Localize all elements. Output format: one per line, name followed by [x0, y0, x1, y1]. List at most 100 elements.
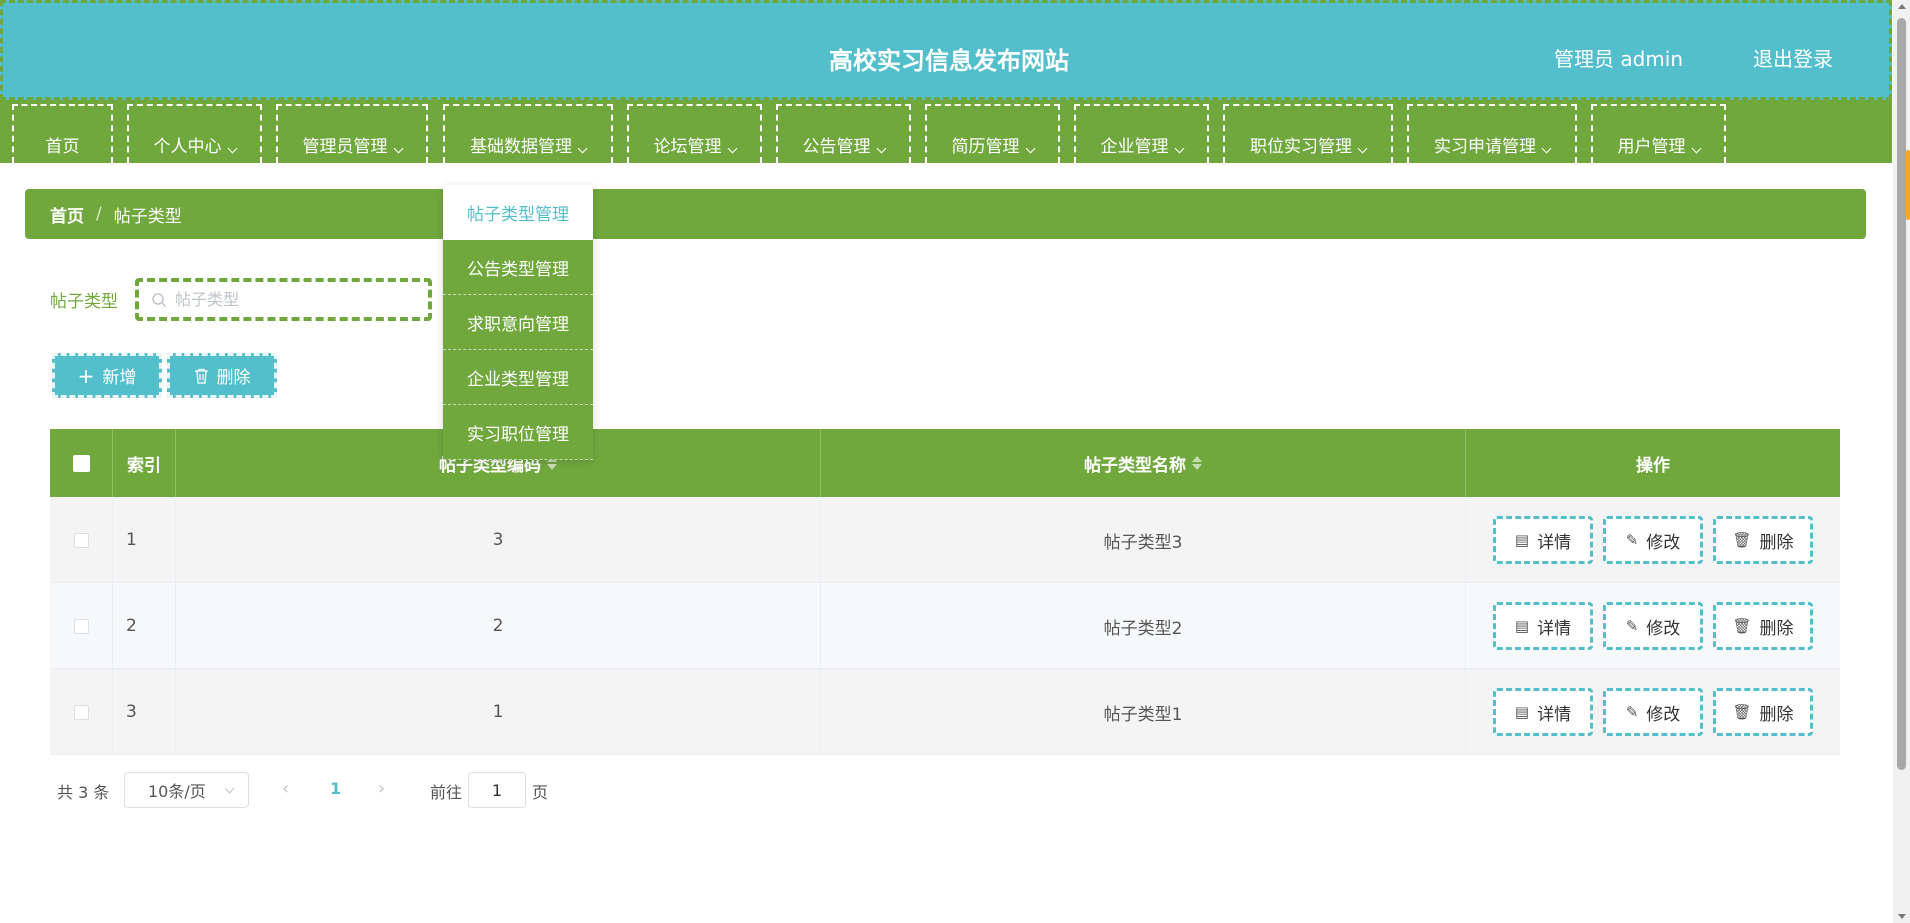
detail-label: 详情 [1537, 618, 1572, 639]
delete-button[interactable]: 🗑 删除 [1713, 516, 1813, 564]
trash-icon: 🗑 [1732, 531, 1752, 549]
pencil-icon: ✎ [1625, 531, 1639, 549]
table-row: 3 1 帖子类型1 ▤ 详情 ✎ 修改 🗑 删除 [50, 669, 1840, 755]
chevron-down-icon [227, 143, 237, 154]
nav-label: 公告管理 [802, 137, 871, 157]
nav-label: 管理员管理 [302, 137, 388, 157]
page-size-select[interactable]: 10条/页 [124, 772, 249, 808]
page-size-value: 10条/页 [148, 782, 206, 801]
search-label: 帖子类型 [50, 292, 118, 312]
chevron-down-icon [876, 143, 886, 154]
row-name: 帖子类型2 [821, 583, 1466, 669]
table-header: 索引 帖子类型编码 帖子类型名称 操作 [50, 429, 1840, 497]
row-checkbox[interactable] [73, 704, 89, 720]
breadcrumb: 首页 / 帖子类型 [25, 189, 1866, 239]
goto-page-input[interactable] [468, 772, 526, 808]
select-all-checkbox[interactable] [72, 454, 90, 472]
scroll-accent-marker [1906, 150, 1910, 220]
edit-button[interactable]: ✎ 修改 [1603, 688, 1703, 736]
breadcrumb-home[interactable]: 首页 [50, 202, 84, 227]
chevron-down-icon [393, 143, 403, 154]
chevron-down-icon [1357, 143, 1368, 154]
sort-icon[interactable] [1192, 456, 1202, 470]
search-input[interactable] [175, 290, 415, 309]
trash-icon: 🗑 [1732, 617, 1752, 635]
delete-label: 删除 [1759, 532, 1794, 553]
chevron-down-icon [1541, 143, 1552, 154]
add-button-label: 新增 [102, 368, 137, 388]
document-icon: ▤ [1514, 703, 1530, 721]
row-checkbox-cell [50, 583, 113, 669]
page-suffix-label: 页 [532, 783, 549, 802]
nav-item-resume[interactable]: 简历管理 [925, 104, 1060, 163]
nav-item-personal-center[interactable]: 个人中心 [127, 104, 262, 163]
delete-label: 删除 [1759, 618, 1794, 639]
dropdown-item-job-intention[interactable]: 求职意向管理 [443, 295, 593, 350]
nav-item-company[interactable]: 企业管理 [1074, 104, 1209, 163]
detail-button[interactable]: ▤ 详情 [1493, 602, 1593, 650]
row-index: 3 [113, 669, 176, 755]
nav-item-internship-position[interactable]: 职位实习管理 [1223, 104, 1393, 163]
edit-label: 修改 [1646, 618, 1681, 639]
nav-item-user-manage[interactable]: 用户管理 [1591, 104, 1726, 163]
detail-label: 详情 [1537, 704, 1572, 725]
dropdown-item-internship-position[interactable]: 实习职位管理 [443, 405, 593, 460]
vertical-scrollbar[interactable] [1893, 0, 1910, 923]
row-checkbox-cell [50, 497, 113, 583]
nav-label: 企业管理 [1100, 137, 1169, 157]
nav-item-notice[interactable]: 公告管理 [776, 104, 911, 163]
nav-label: 基础数据管理 [470, 137, 572, 157]
breadcrumb-separator: / [96, 204, 102, 224]
next-page-button[interactable]: › [378, 778, 385, 799]
prev-page-button[interactable]: ‹ [282, 778, 289, 799]
add-button[interactable]: + 新增 [52, 353, 162, 398]
nav-item-admin-manage[interactable]: 管理员管理 [276, 104, 428, 163]
delete-label: 删除 [1759, 704, 1794, 725]
row-checkbox[interactable] [73, 618, 89, 634]
scrollbar-thumb[interactable] [1897, 18, 1906, 770]
logout-link[interactable]: 退出登录 [1753, 43, 1833, 72]
row-index: 2 [113, 583, 176, 669]
batch-delete-button[interactable]: 删除 [167, 353, 277, 398]
search-box[interactable] [135, 278, 432, 321]
row-code: 1 [176, 669, 821, 755]
dropdown-item-post-type[interactable]: 帖子类型管理 [443, 185, 593, 240]
row-index: 1 [113, 497, 176, 583]
chevron-down-icon [224, 783, 235, 794]
scroll-down-arrow-icon[interactable] [1898, 914, 1906, 919]
row-name: 帖子类型1 [821, 669, 1466, 755]
nav-label: 论坛管理 [653, 137, 722, 157]
nav-label: 职位实习管理 [1250, 137, 1352, 157]
trash-icon [194, 368, 208, 384]
goto-label: 前往 [430, 783, 463, 802]
edit-label: 修改 [1646, 704, 1681, 725]
column-header-name[interactable]: 帖子类型名称 [821, 429, 1466, 497]
pencil-icon: ✎ [1625, 703, 1639, 721]
detail-button[interactable]: ▤ 详情 [1493, 516, 1593, 564]
chevron-down-icon [577, 143, 588, 154]
site-header: 高校实习信息发布网站 管理员 admin 退出登录 [0, 0, 1892, 100]
edit-button[interactable]: ✎ 修改 [1603, 602, 1703, 650]
nav-item-home[interactable]: 首页 [12, 104, 113, 163]
detail-label: 详情 [1537, 532, 1572, 553]
page-number[interactable]: 1 [330, 779, 341, 798]
basic-data-dropdown: 帖子类型管理 公告类型管理 求职意向管理 企业类型管理 实习职位管理 [443, 185, 593, 460]
nav-label: 实习申请管理 [1434, 137, 1536, 157]
nav-item-forum[interactable]: 论坛管理 [627, 104, 762, 163]
nav-item-basic-data[interactable]: 基础数据管理 [443, 104, 613, 163]
nav-label: 首页 [45, 137, 80, 157]
trash-icon: 🗑 [1732, 703, 1752, 721]
column-header-index: 索引 [113, 429, 176, 497]
delete-button[interactable]: 🗑 删除 [1713, 688, 1813, 736]
row-checkbox[interactable] [73, 532, 89, 548]
delete-button[interactable]: 🗑 删除 [1713, 602, 1813, 650]
nav-label: 用户管理 [1617, 137, 1686, 157]
nav-label: 简历管理 [951, 137, 1020, 157]
scroll-up-arrow-icon[interactable] [1898, 4, 1906, 9]
detail-button[interactable]: ▤ 详情 [1493, 688, 1593, 736]
nav-item-internship-apply[interactable]: 实习申请管理 [1407, 104, 1577, 163]
edit-button[interactable]: ✎ 修改 [1603, 516, 1703, 564]
edit-label: 修改 [1646, 532, 1681, 553]
dropdown-item-notice-type[interactable]: 公告类型管理 [443, 240, 593, 295]
dropdown-item-company-type[interactable]: 企业类型管理 [443, 350, 593, 405]
